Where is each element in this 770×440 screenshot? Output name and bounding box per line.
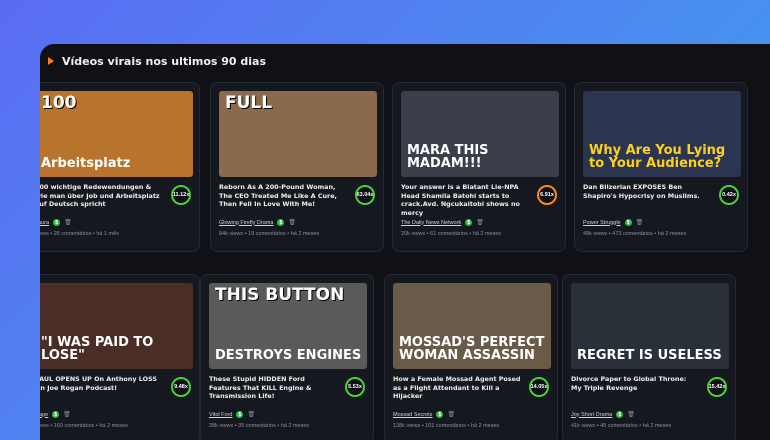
- channel-row: The Daily News Network $ 🗑: [401, 219, 484, 226]
- video-thumbnail[interactable]: Why Are You Lying to Your Audience?: [583, 91, 741, 177]
- thumbnail-caption: Why Are You Lying to Your Audience?: [589, 142, 726, 172]
- video-card[interactable]: REGRET IS USELESS Divorce Paper to Globa…: [562, 274, 736, 440]
- dollar-icon: $: [436, 411, 444, 418]
- video-title[interactable]: Reborn As A 200-Pound Woman, The CEO Tre…: [219, 183, 347, 209]
- channel-link[interactable]: The Daily News Network: [401, 220, 461, 226]
- thumbnail-text: 100: [41, 93, 77, 113]
- virality-score: 15.42x: [707, 377, 727, 397]
- thumbnail-text: FULL: [225, 93, 273, 113]
- video-title[interactable]: Dan Bilzerian EXPOSES Ben Shapiro's Hypo…: [583, 183, 711, 200]
- dollar-icon: $: [52, 411, 60, 418]
- channel-link[interactable]: Glowing Firefly Drama: [219, 220, 273, 226]
- virality-score: 63.04x: [355, 185, 375, 205]
- virality-score: 5.53x: [345, 377, 365, 397]
- dollar-icon: $: [277, 219, 285, 226]
- channel-row: Cage $ 🗑: [40, 411, 71, 418]
- channel-row: Vitol Ford $ 🗑: [209, 411, 255, 418]
- virality-score: 6.91x: [537, 185, 557, 205]
- dollar-icon: $: [465, 219, 473, 226]
- video-stats: 20k views • 61 comentários • há 2 meses: [401, 231, 502, 237]
- video-title[interactable]: These Stupid HIDDEN Ford Features That K…: [209, 375, 337, 401]
- virality-score: 11.12x: [171, 185, 191, 205]
- channel-row: Mossad Secrets $ 🗑: [393, 411, 455, 418]
- trash-icon[interactable]: 🗑: [447, 411, 455, 418]
- viral-videos-panel: Vídeos virais nos ultimos 90 dias 100 Ar…: [40, 44, 770, 440]
- video-thumbnail[interactable]: 100 Arbeitsplatz: [40, 91, 193, 177]
- video-title[interactable]: 100 wichtige Redewendungen & wie man übe…: [40, 183, 163, 209]
- video-stats: views • 26 comentários • há 1 mês: [40, 231, 119, 237]
- dollar-icon: $: [616, 411, 624, 418]
- video-card[interactable]: MOSSAD'S PERFECT WOMAN ASSASSIN How a Fe…: [384, 274, 558, 440]
- trash-icon[interactable]: 🗑: [636, 219, 644, 226]
- trash-icon[interactable]: 🗑: [64, 219, 72, 226]
- channel-link[interactable]: Cage: [40, 412, 48, 418]
- video-stats: 49k views • 473 comentários • há 2 meses: [583, 231, 687, 237]
- video-stats: views • 160 comentários • há 2 meses: [40, 423, 128, 429]
- video-thumbnail[interactable]: FULL: [219, 91, 377, 177]
- trash-icon[interactable]: 🗑: [247, 411, 255, 418]
- channel-link[interactable]: Laura: [40, 220, 49, 226]
- video-thumbnail[interactable]: "I WAS PAID TO LOSE": [40, 283, 193, 369]
- video-title[interactable]: How a Female Mossad Agent Posed as a Fli…: [393, 375, 521, 401]
- virality-score: 0.42x: [719, 185, 739, 205]
- channel-row: Laura $ 🗑: [40, 219, 72, 226]
- video-thumbnail[interactable]: MARA THIS MADAM!!!: [401, 91, 559, 177]
- thumbnail-caption: MOSSAD'S PERFECT WOMAN ASSASSIN: [399, 334, 545, 364]
- video-stats: 84k views • 19 comentários • há 2 meses: [219, 231, 320, 237]
- thumbnail-caption: DESTROYS ENGINES: [215, 348, 362, 364]
- dollar-icon: $: [624, 219, 632, 226]
- video-thumbnail[interactable]: THIS BUTTON DESTROYS ENGINES: [209, 283, 367, 369]
- trash-icon[interactable]: 🗑: [476, 219, 484, 226]
- dollar-icon: $: [236, 411, 244, 418]
- video-card[interactable]: MARA THIS MADAM!!! Your answer is a Blat…: [392, 82, 566, 252]
- channel-link[interactable]: Vitol Ford: [209, 412, 232, 418]
- channel-row: Joy Short Drama $ 🗑: [571, 411, 635, 418]
- section-header: Vídeos virais nos ultimos 90 dias: [48, 52, 266, 70]
- video-card[interactable]: Why Are You Lying to Your Audience? Dan …: [574, 82, 748, 252]
- trash-icon[interactable]: 🗑: [63, 411, 71, 418]
- channel-row: Power Struggle $ 🗑: [583, 219, 643, 226]
- video-stats: 138k views • 101 comentários • há 2 mese…: [393, 423, 500, 429]
- video-title[interactable]: PAUL OPENS UP On Anthony LOSS On Joe Rog…: [40, 375, 163, 392]
- trash-icon[interactable]: 🗑: [627, 411, 635, 418]
- video-thumbnail[interactable]: MOSSAD'S PERFECT WOMAN ASSASSIN: [393, 283, 551, 369]
- video-stats: 41k views • 45 comentários • há 2 meses: [571, 423, 672, 429]
- video-title[interactable]: Divorce Paper to Global Throne: My Tripl…: [571, 375, 699, 392]
- video-stats: 28k views • 35 comentários • há 2 meses: [209, 423, 310, 429]
- section-title: Vídeos virais nos ultimos 90 dias: [62, 54, 267, 68]
- channel-link[interactable]: Power Struggle: [583, 220, 621, 226]
- thumbnail-caption: MARA THIS MADAM!!!: [407, 142, 489, 172]
- video-card[interactable]: "I WAS PAID TO LOSE" PAUL OPENS UP On An…: [40, 274, 200, 440]
- video-card[interactable]: THIS BUTTON DESTROYS ENGINES These Stupi…: [200, 274, 374, 440]
- channel-link[interactable]: Joy Short Drama: [571, 412, 612, 418]
- virality-score: 9.48x: [171, 377, 191, 397]
- thumbnail-caption: REGRET IS USELESS: [577, 348, 722, 364]
- trash-icon[interactable]: 🗑: [288, 219, 296, 226]
- video-card[interactable]: FULL Reborn As A 200-Pound Woman, The CE…: [210, 82, 384, 252]
- channel-row: Glowing Firefly Drama $ 🗑: [219, 219, 296, 226]
- play-icon: [48, 57, 54, 65]
- video-thumbnail[interactable]: REGRET IS USELESS: [571, 283, 729, 369]
- thumbnail-text: THIS BUTTON: [215, 285, 345, 305]
- video-title[interactable]: Your answer is a Blatant Lie-NPA Head Sh…: [401, 183, 529, 218]
- channel-link[interactable]: Mossad Secrets: [393, 412, 432, 418]
- dollar-icon: $: [53, 219, 61, 226]
- thumbnail-caption: Arbeitsplatz: [41, 156, 131, 172]
- video-card[interactable]: 100 Arbeitsplatz 100 wichtige Redewendun…: [40, 82, 200, 252]
- thumbnail-caption: "I WAS PAID TO LOSE": [41, 334, 154, 364]
- virality-score: 14.05x: [529, 377, 549, 397]
